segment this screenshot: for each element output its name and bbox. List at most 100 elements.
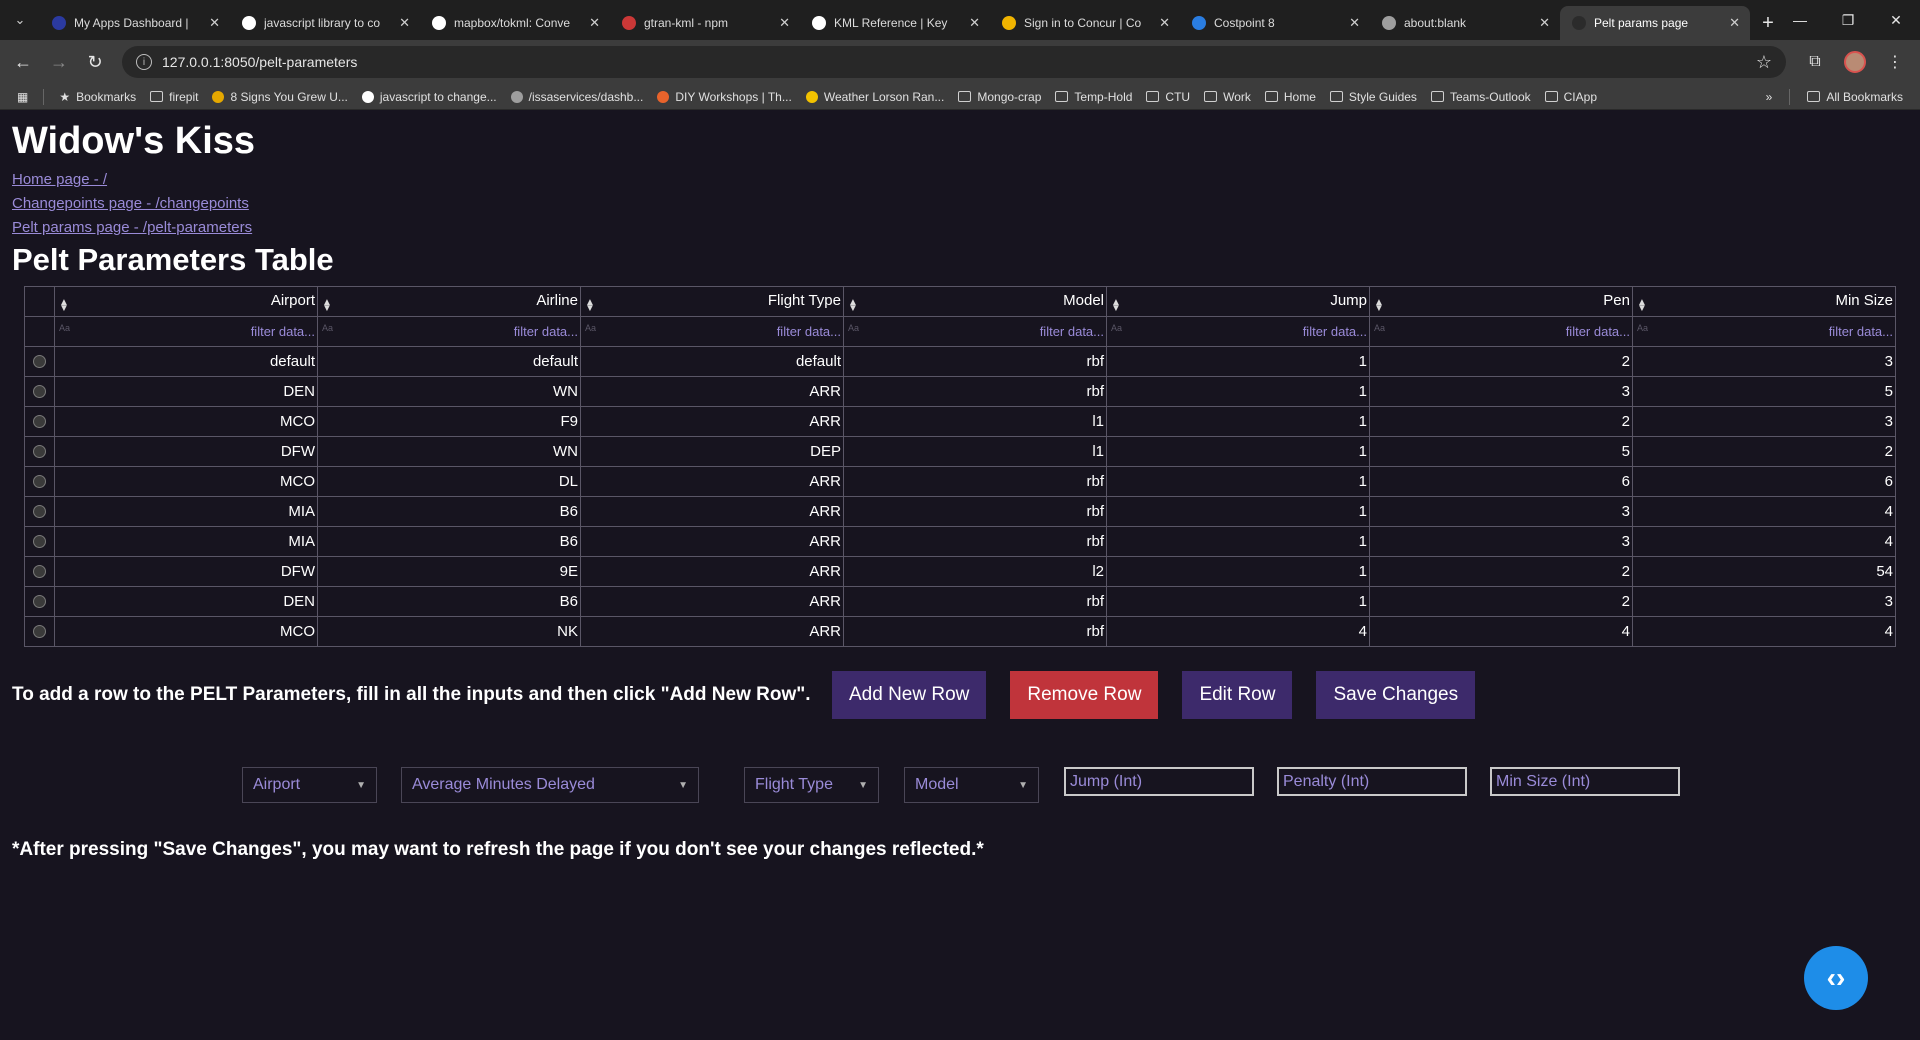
browser-tab[interactable]: about:blank ✕: [1370, 6, 1560, 40]
sort-icon[interactable]: ▲ ▼: [57, 292, 69, 313]
table-cell[interactable]: 1: [1106, 466, 1370, 497]
more-bookmarks-chevron-icon[interactable]: »: [1759, 86, 1780, 108]
bookmark-item[interactable]: Work: [1197, 86, 1258, 108]
table-cell[interactable]: MCO: [54, 616, 318, 647]
extensions-icon[interactable]: ⧉: [1798, 47, 1832, 77]
table-cell[interactable]: 1: [1106, 526, 1370, 557]
tab-close-icon[interactable]: ✕: [969, 15, 980, 31]
table-cell[interactable]: MIA: [54, 526, 318, 557]
browser-tab[interactable]: KML Reference | Key ✕: [800, 6, 990, 40]
column-filter-input[interactable]: Aa filter data...: [580, 316, 844, 347]
table-cell[interactable]: 2: [1632, 436, 1896, 467]
tab-close-icon[interactable]: ✕: [1729, 15, 1740, 31]
tab-close-icon[interactable]: ✕: [589, 15, 600, 31]
table-cell[interactable]: 6: [1369, 466, 1633, 497]
table-cell[interactable]: ARR: [580, 526, 844, 557]
table-cell[interactable]: 2: [1369, 406, 1633, 437]
bookmark-item[interactable]: CIApp: [1538, 86, 1604, 108]
table-cell[interactable]: 1: [1106, 586, 1370, 617]
bookmark-item[interactable]: firepit: [143, 86, 205, 108]
profile-avatar[interactable]: [1838, 47, 1872, 77]
tab-close-icon[interactable]: ✕: [1539, 15, 1550, 31]
min-size-input[interactable]: Min Size (Int): [1490, 767, 1680, 796]
table-cell[interactable]: DFW: [54, 556, 318, 587]
browser-tab[interactable]: mapbox/tokml: Conve ✕: [420, 6, 610, 40]
sort-icon[interactable]: ▲ ▼: [583, 292, 595, 313]
reload-icon[interactable]: ↻: [80, 47, 110, 77]
table-cell[interactable]: ARR: [580, 406, 844, 437]
table-cell[interactable]: 4: [1632, 526, 1896, 557]
table-cell[interactable]: DFW: [54, 436, 318, 467]
table-cell[interactable]: 1: [1106, 406, 1370, 437]
table-cell[interactable]: rbf: [843, 616, 1107, 647]
table-row[interactable]: MIA B6 ARR rbf 1 3 4: [24, 526, 1896, 557]
row-select-cell[interactable]: [24, 346, 55, 377]
browser-tab[interactable]: Costpoint 8 ✕: [1180, 6, 1370, 40]
table-cell[interactable]: WN: [317, 376, 581, 407]
table-cell[interactable]: B6: [317, 526, 581, 557]
bookmark-item[interactable]: Style Guides: [1323, 86, 1424, 108]
table-cell[interactable]: 5: [1632, 376, 1896, 407]
table-cell[interactable]: 1: [1106, 346, 1370, 377]
bookmark-star-icon[interactable]: ☆: [1756, 52, 1772, 73]
table-cell[interactable]: ARR: [580, 616, 844, 647]
back-arrow-icon[interactable]: ←: [8, 47, 38, 77]
column-header[interactable]: ▲ ▼ Jump: [1106, 286, 1370, 317]
sort-icon[interactable]: ▲ ▼: [846, 292, 858, 313]
all-bookmarks-folder[interactable]: All Bookmarks: [1800, 86, 1910, 108]
table-row[interactable]: DEN WN ARR rbf 1 3 5: [24, 376, 1896, 407]
table-row[interactable]: default default default rbf 1 2 3: [24, 346, 1896, 377]
table-cell[interactable]: ARR: [580, 586, 844, 617]
case-sensitive-icon[interactable]: Aa: [585, 323, 596, 333]
table-cell[interactable]: DL: [317, 466, 581, 497]
table-cell[interactable]: default: [317, 346, 581, 377]
sort-icon[interactable]: ▲ ▼: [1635, 292, 1647, 313]
tab-close-icon[interactable]: ✕: [1349, 15, 1360, 31]
metric-dropdown[interactable]: Average Minutes Delayed ▼: [401, 767, 699, 803]
address-bar[interactable]: i 127.0.0.1:8050/pelt-parameters ☆: [122, 46, 1786, 78]
table-cell[interactable]: 1: [1106, 496, 1370, 527]
column-header[interactable]: ▲ ▼ Min Size: [1632, 286, 1896, 317]
table-cell[interactable]: 3: [1632, 586, 1896, 617]
table-cell[interactable]: 4: [1369, 616, 1633, 647]
case-sensitive-icon[interactable]: Aa: [1374, 323, 1385, 333]
column-header[interactable]: ▲ ▼ Pen: [1369, 286, 1633, 317]
bookmark-item[interactable]: javascript to change...: [355, 86, 504, 108]
table-row[interactable]: MCO NK ARR rbf 4 4 4: [24, 616, 1896, 647]
table-cell[interactable]: WN: [317, 436, 581, 467]
table-cell[interactable]: rbf: [843, 346, 1107, 377]
pelt-params-page-link[interactable]: Pelt params page - /pelt-parameters: [12, 216, 1908, 240]
table-cell[interactable]: 3: [1369, 526, 1633, 557]
table-cell[interactable]: MCO: [54, 466, 318, 497]
table-cell[interactable]: rbf: [843, 376, 1107, 407]
row-select-cell[interactable]: [24, 466, 55, 497]
table-cell[interactable]: MCO: [54, 406, 318, 437]
case-sensitive-icon[interactable]: Aa: [322, 323, 333, 333]
minimize-icon[interactable]: —: [1776, 0, 1824, 40]
column-header[interactable]: ▲ ▼ Airline: [317, 286, 581, 317]
table-cell[interactable]: 3: [1369, 496, 1633, 527]
table-row[interactable]: DEN B6 ARR rbf 1 2 3: [24, 586, 1896, 617]
case-sensitive-icon[interactable]: Aa: [59, 323, 70, 333]
tab-close-icon[interactable]: ✕: [209, 15, 220, 31]
browser-tab[interactable]: gtran-kml - npm ✕: [610, 6, 800, 40]
bookmark-item[interactable]: Home: [1258, 86, 1323, 108]
table-cell[interactable]: 2: [1369, 556, 1633, 587]
row-select-radio[interactable]: [33, 415, 46, 428]
table-cell[interactable]: 6: [1632, 466, 1896, 497]
table-cell[interactable]: ARR: [580, 466, 844, 497]
edit-row-button[interactable]: Edit Row: [1182, 671, 1293, 719]
browser-tab[interactable]: Pelt params page ✕: [1560, 6, 1750, 40]
table-cell[interactable]: DEN: [54, 586, 318, 617]
penalty-input[interactable]: Penalty (Int): [1277, 767, 1467, 796]
table-cell[interactable]: 1: [1106, 436, 1370, 467]
row-select-radio[interactable]: [33, 385, 46, 398]
restore-icon[interactable]: ❐: [1824, 0, 1872, 40]
table-cell[interactable]: 4: [1632, 616, 1896, 647]
row-select-radio[interactable]: [33, 445, 46, 458]
column-header[interactable]: ▲ ▼ Flight Type: [580, 286, 844, 317]
add-new-row-button[interactable]: Add New Row: [832, 671, 987, 719]
table-cell[interactable]: default: [54, 346, 318, 377]
column-filter-input[interactable]: Aa filter data...: [1369, 316, 1633, 347]
tab-close-icon[interactable]: ✕: [1159, 15, 1170, 31]
